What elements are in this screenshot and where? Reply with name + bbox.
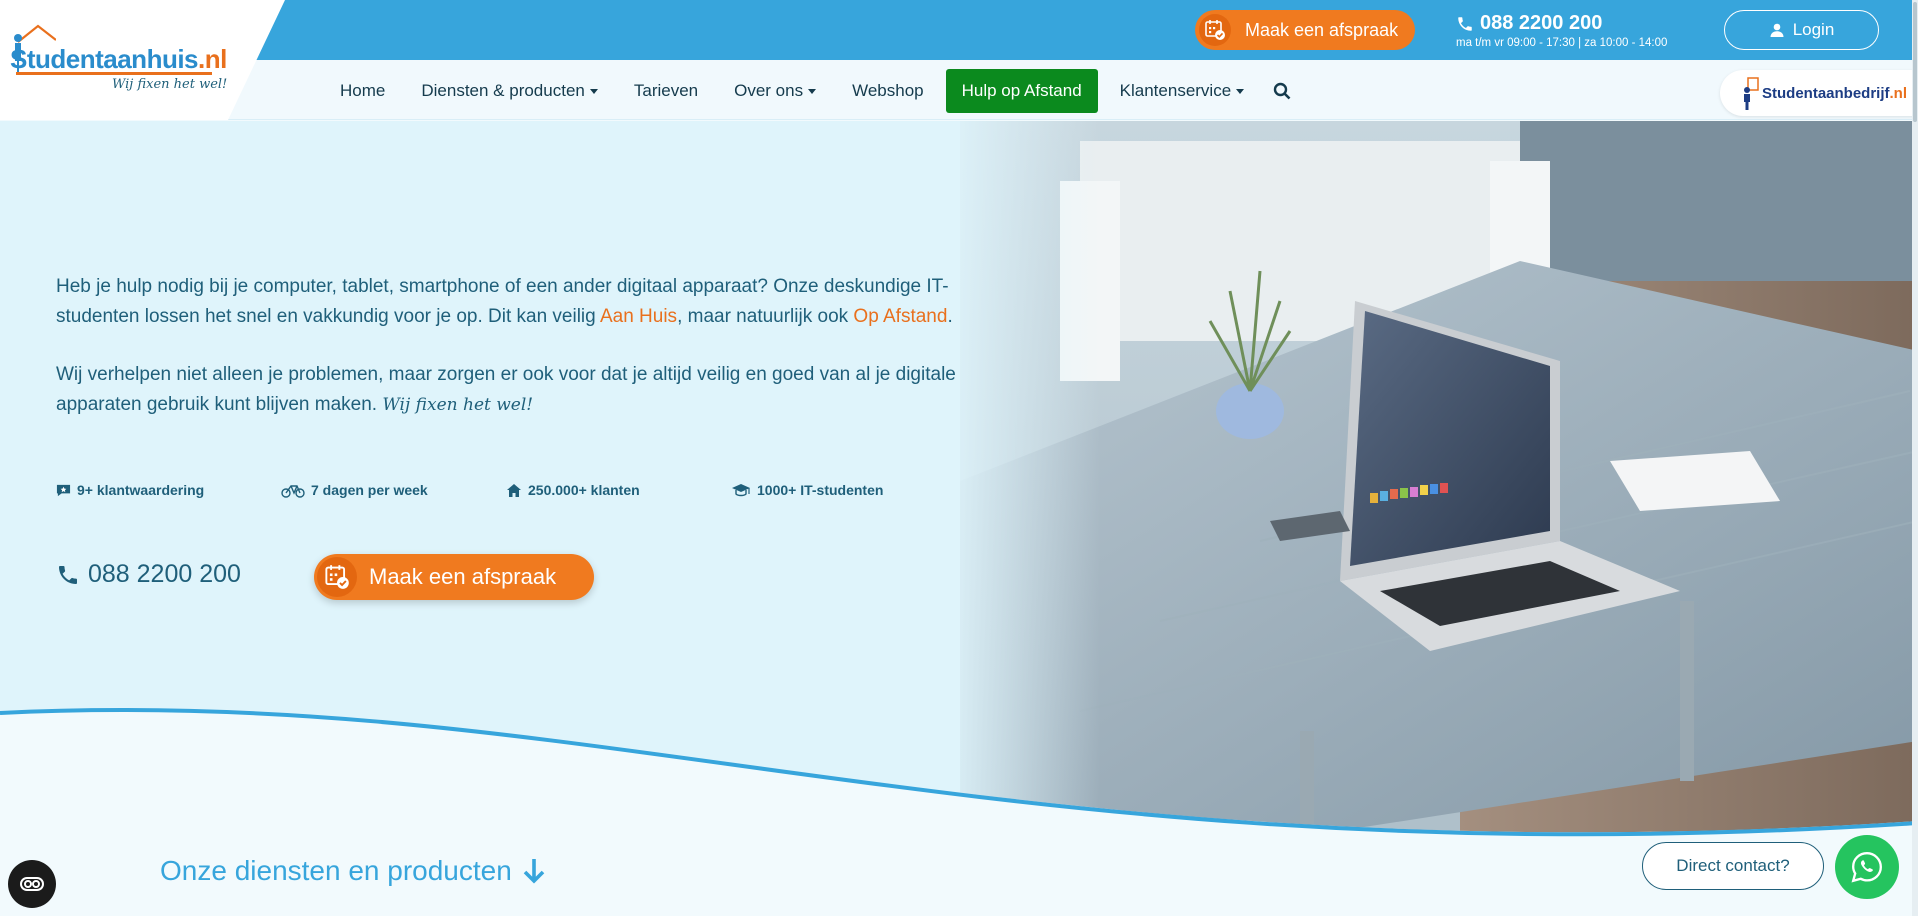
hero-appointment-label: Maak een afspraak	[369, 564, 557, 589]
logo-slogan: Wij fixen het wel!	[112, 77, 228, 92]
whatsapp-icon[interactable]	[1835, 835, 1899, 899]
nav-webshop[interactable]: Webshop	[834, 69, 942, 113]
scrollbar[interactable]	[1912, 0, 1918, 916]
section-title: Onze diensten en producten	[160, 855, 546, 887]
header-phone-number: 088 2200 200	[1480, 12, 1603, 34]
opening-hours: ma t/m vr 09:00 - 17:30 | za 10:00 - 14:…	[1456, 37, 1668, 49]
user-icon	[1770, 23, 1784, 37]
header-phone-block[interactable]: 088 2200 200 ma t/m vr 09:00 - 17:30 | z…	[1456, 12, 1667, 49]
nav-over-ons[interactable]: Over ons	[716, 69, 834, 113]
chat-star-icon	[56, 484, 71, 496]
scrollbar-thumb[interactable]	[1913, 2, 1917, 122]
hero-appointment-button[interactable]: Maak een afspraak	[314, 554, 594, 600]
calendar-check-icon	[1199, 14, 1231, 46]
header-appointment-label: Maak een afspraak	[1245, 19, 1399, 40]
link-op-afstand[interactable]: Op Afstand	[853, 306, 947, 327]
bicycle-icon	[281, 484, 305, 498]
caret-down-icon	[589, 88, 598, 94]
calendar-check-icon	[317, 557, 357, 597]
direct-contact-button[interactable]: Direct contact?	[1642, 842, 1824, 890]
accessibility-toggle-icon[interactable]	[8, 860, 56, 908]
phone-icon	[1458, 16, 1472, 31]
usp-days: 7 dagen per week	[281, 482, 506, 498]
nav-hulp-op-afstand[interactable]: Hulp op Afstand	[945, 69, 1098, 113]
usp-students: 1000+ IT-studenten	[731, 482, 883, 498]
login-button[interactable]: Login	[1724, 10, 1879, 50]
logo-underline	[16, 72, 212, 75]
logo-text: Studentaanhuis.nl	[10, 44, 227, 74]
nav-home[interactable]: Home	[322, 69, 403, 113]
login-label: Login	[1792, 20, 1835, 39]
partner-logo[interactable]: Studentaanbedrijf .nl	[1720, 70, 1918, 116]
phone-icon	[59, 565, 77, 584]
main-nav: Home Diensten & producten Tarieven Over …	[322, 69, 1302, 113]
usp-customers: 250.000+ klanten	[506, 482, 731, 498]
header-appointment-button[interactable]: Maak een afspraak	[1195, 10, 1415, 50]
nav-diensten-producten[interactable]: Diensten & producten	[403, 69, 616, 113]
home-icon	[507, 483, 521, 497]
hero-slogan: Wij fixen het wel!	[382, 395, 534, 415]
usp-rating: 9+ klantwaardering	[56, 482, 281, 498]
search-icon[interactable]	[1262, 69, 1302, 113]
caret-down-icon	[1236, 88, 1245, 94]
nav-klantenservice[interactable]: Klantenservice	[1102, 69, 1263, 113]
hero-paragraph-2: Wij verhelpen niet alleen je problemen, …	[56, 364, 956, 415]
hero-phone-link[interactable]: 088 2200 200	[56, 560, 241, 589]
link-aan-huis[interactable]: Aan Huis	[600, 306, 677, 327]
arrow-down-icon	[523, 859, 545, 884]
office-person-icon	[1744, 77, 1759, 110]
graduation-cap-icon	[732, 483, 750, 496]
hero-paragraph-1: Heb je hulp nodig bij je computer, table…	[56, 276, 953, 327]
caret-down-icon	[808, 88, 817, 94]
hero-text: Heb je hulp nodig bij je computer, table…	[56, 272, 966, 448]
hero-phone-number: 088 2200 200	[88, 560, 241, 588]
nav-tarieven[interactable]: Tarieven	[616, 69, 716, 113]
usp-list: 9+ klantwaardering 7 dagen per week 250.…	[56, 482, 883, 498]
